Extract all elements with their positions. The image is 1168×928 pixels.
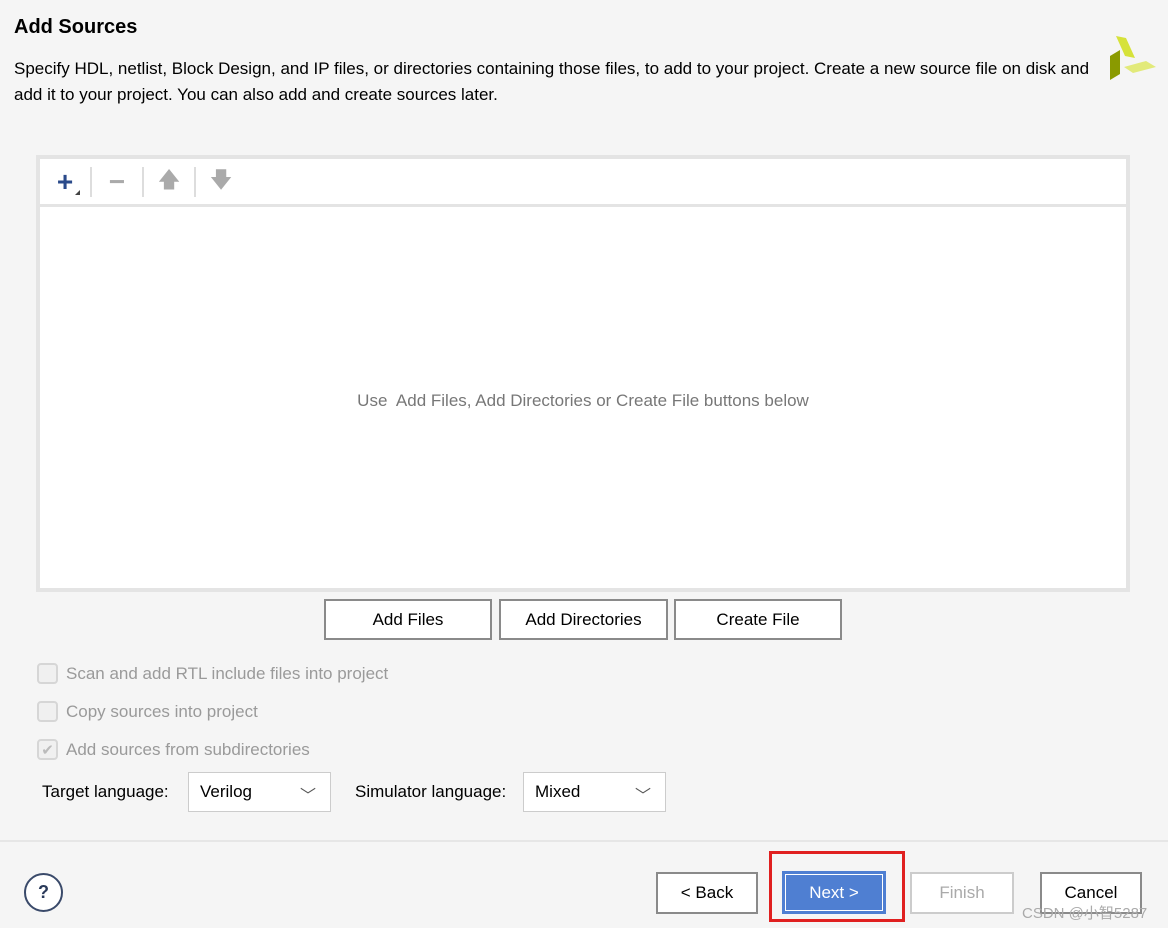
target-language-label: Target language: [42,782,169,801]
toolbar-divider [142,166,144,197]
checkbox-label: Scan and add RTL include files into proj… [66,663,389,683]
checkbox-label: Add sources from subdirectories [66,739,310,759]
simulator-language-select[interactable]: Mixed ﹀ [523,772,666,812]
add-files-button[interactable]: Add Files [324,599,492,640]
arrow-down-icon[interactable]: 🡇 [208,167,234,195]
empty-message: Use Add Files, Add Directories or Create… [357,391,809,410]
checkbox-label: Copy sources into project [66,701,258,721]
checkmark-icon[interactable]: ✔ [37,739,58,760]
arrow-up-icon[interactable]: 🡅 [156,167,182,195]
selected-value: Verilog [200,782,252,801]
xilinx-logo-icon [1110,36,1156,80]
create-file-button[interactable]: Create File [674,599,842,640]
sources-panel: + − 🡅 🡇 Use Add Files, Add Directories o… [36,155,1130,592]
checkbox-box[interactable] [37,701,58,722]
finish-button[interactable]: Finish [910,872,1014,914]
chevron-down-icon: ﹀ [299,788,316,805]
checkbox-box[interactable] [37,663,58,684]
scan-rtl-checkbox[interactable]: Scan and add RTL include files into proj… [37,663,388,684]
help-button[interactable]: ? [24,873,63,912]
minus-icon[interactable]: − [104,166,130,197]
plus-icon[interactable]: + [52,166,80,197]
add-directories-button[interactable]: Add Directories [499,599,668,640]
chevron-down-icon: ﹀ [634,788,651,805]
footer-divider [0,840,1168,842]
page-title: Add Sources [14,16,138,38]
selected-value: Mixed [535,782,581,801]
next-button[interactable]: Next > [782,871,886,914]
back-button[interactable]: < Back [656,872,758,914]
copy-sources-checkbox[interactable]: Copy sources into project [37,701,258,722]
sources-toolbar: + − 🡅 🡇 [40,159,1126,207]
add-subdirectories-checkbox[interactable]: ✔ Add sources from subdirectories [37,739,310,760]
toolbar-divider [90,166,92,197]
simulator-language-label: Simulator language: [355,782,507,801]
target-language-select[interactable]: Verilog ﹀ [188,772,331,812]
watermark: CSDN @小智5287 [1022,905,1148,922]
toolbar-divider [194,166,196,197]
page-description: Specify HDL, netlist, Block Design, and … [14,59,1090,104]
